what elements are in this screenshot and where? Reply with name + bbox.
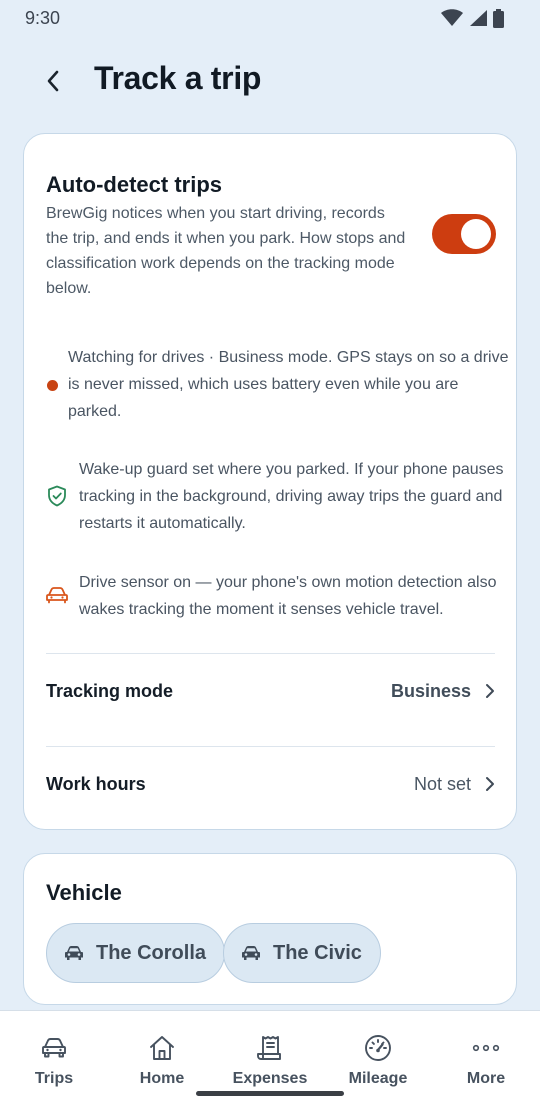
toggle-knob [461,219,491,249]
car-icon [65,946,83,960]
nav-item-home[interactable]: Home [108,1031,216,1095]
car-outline-icon [41,1031,67,1065]
divider [46,653,495,654]
home-icon [148,1031,176,1065]
vehicle-chip-label: The Corolla [96,941,207,964]
info-item-drive-sensor: Drive sensor on — your phone's own motio… [46,567,516,625]
info-text-watching: Watching for drives · Business mode. GPS… [68,349,509,420]
chevron-right-icon [486,684,494,698]
battery-icon [493,8,504,28]
info-item-wake-guard: Wake-up guard set where you parked. If y… [46,454,516,540]
divider [46,746,495,747]
page-title: Track a trip [94,60,262,96]
car-icon [242,946,260,960]
home-indicator[interactable] [196,1091,344,1096]
status-bar: 9:30 [0,0,540,36]
vehicle-chip-corolla[interactable]: The Corolla [46,923,226,983]
vehicle-chip-civic[interactable]: The Civic [223,923,381,983]
info-item-watching: Watching for drives · Business mode. GPS… [46,342,516,428]
nav-item-more[interactable]: More [432,1031,540,1095]
nav-label: More [466,1070,506,1087]
nav-item-trips[interactable]: Trips [0,1031,108,1095]
status-time: 9:30 [25,7,61,28]
wifi-icon [441,9,463,26]
nav-label: Trips [34,1070,74,1087]
auto-detect-toggle[interactable] [432,214,496,254]
chevron-right-icon [486,777,494,791]
shield-check-icon [46,484,68,508]
tracking-mode-row[interactable]: Tracking mode Business [46,656,495,726]
more-dots-icon [472,1031,500,1065]
status-dot-icon [46,378,58,392]
nav-label: Mileage [348,1070,408,1087]
chevron-left-icon [47,70,59,92]
vehicle-card: Vehicle The Corolla The Civic [23,853,517,1005]
tracking-mode-value: Business [390,680,471,701]
nav-item-expenses[interactable]: Expenses [216,1031,324,1095]
car-icon [46,583,68,607]
status-icons [441,8,504,28]
work-hours-label: Work hours [46,773,146,794]
app-header: Track a trip [0,52,540,112]
vehicle-chip-label: The Civic [273,941,362,964]
auto-detect-description: BrewGig notices when you start driving, … [46,205,406,297]
nav-label: Home [139,1070,185,1087]
speedometer-icon [363,1031,393,1065]
info-text-drive-sensor: Drive sensor on — your phone's own motio… [79,574,497,618]
nav-label: Expenses [232,1070,308,1087]
auto-detect-card: Auto-detect trips BrewGig notices when y… [23,133,517,830]
info-text-wake-guard: Wake-up guard set where you parked. If y… [79,461,504,532]
vehicle-title: Vehicle [46,880,122,905]
nav-item-mileage[interactable]: Mileage [324,1031,432,1095]
tracking-mode-label: Tracking mode [46,680,174,701]
auto-detect-title: Auto-detect trips [46,172,222,197]
work-hours-value: Not set [413,773,471,794]
work-hours-row[interactable]: Work hours Not set [46,749,495,819]
back-button[interactable] [32,60,74,102]
signal-icon [470,10,487,26]
receipt-icon [255,1031,285,1065]
